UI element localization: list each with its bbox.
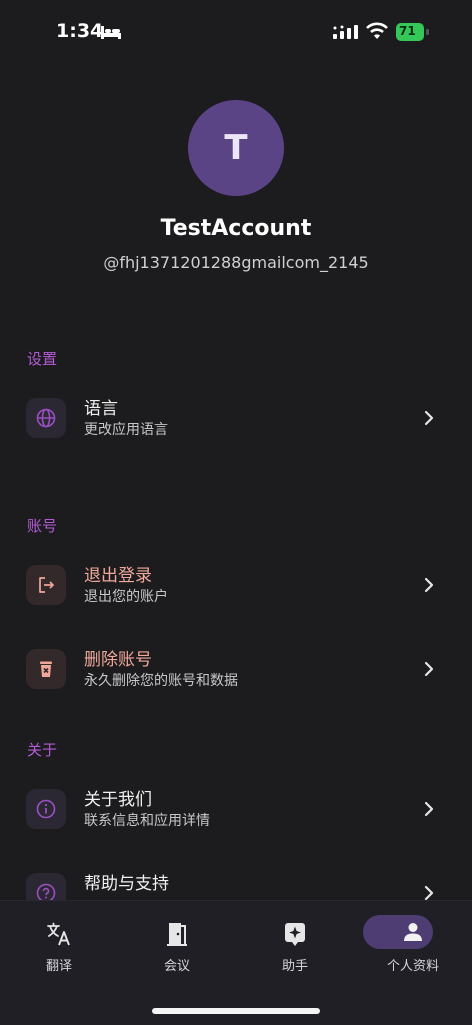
language-icon-container [26, 398, 66, 438]
profile-handle: @fhj1371201288gmailcom_2145 [103, 253, 369, 272]
account-row-delete[interactable]: 删除账号 永久删除您的账号和数据 [0, 635, 472, 707]
section-title-account: 账号 [27, 517, 58, 535]
row-subtitle: 退出您的账户 [84, 589, 168, 605]
cellular-signal-icon [333, 25, 358, 39]
row-subtitle: 更改应用语言 [84, 422, 168, 438]
chevron-right-icon [424, 577, 434, 593]
info-icon [36, 799, 56, 819]
bottom-tab-bar: 翻译 会议 助手 个人资料 [0, 900, 472, 1025]
battery-level: 71 [399, 24, 416, 38]
tab-label: 个人资料 [386, 959, 439, 974]
row-title: 退出登录 [84, 566, 152, 586]
status-time: 1:34 [56, 20, 104, 42]
tab-profile[interactable]: 个人资料 [354, 915, 472, 985]
home-indicator [152, 1008, 320, 1014]
row-title: 语言 [84, 399, 118, 419]
account-row-logout[interactable]: 退出登录 退出您的账户 [0, 551, 472, 623]
avatar: T [188, 100, 284, 196]
delete-icon-container [26, 649, 66, 689]
globe-icon [36, 408, 56, 428]
bed-icon [101, 26, 121, 39]
trash-icon [40, 661, 52, 677]
translate-icon [47, 922, 70, 946]
section-title-settings: 设置 [27, 350, 58, 368]
section-title-about: 关于 [27, 741, 58, 759]
about-row-about-us[interactable]: 关于我们 联系信息和应用详情 [0, 775, 472, 847]
row-subtitle: 永久删除您的账号和数据 [84, 673, 238, 689]
row-title: 帮助与支持 [84, 874, 169, 894]
settings-row-language[interactable]: 语言 更改应用语言 [0, 384, 472, 456]
logout-icon-container [26, 565, 66, 605]
battery-indicator: 71 [396, 23, 430, 41]
row-title: 关于我们 [84, 790, 152, 810]
chevron-right-icon [424, 661, 434, 677]
tab-label: 助手 [281, 959, 308, 974]
door-icon [167, 923, 187, 946]
wifi-icon [366, 22, 388, 39]
status-bar: 1:34 71 [0, 0, 472, 64]
chevron-right-icon [424, 885, 434, 901]
logout-icon [39, 577, 54, 593]
avatar-initial: T [224, 128, 248, 168]
tab-label: 翻译 [45, 959, 72, 974]
row-subtitle: 联系信息和应用详情 [84, 813, 210, 829]
about-icon-container [26, 789, 66, 829]
person-icon [404, 923, 422, 941]
profile-name: TestAccount [160, 216, 312, 241]
tab-assistant[interactable]: 助手 [236, 915, 354, 985]
chevron-right-icon [424, 801, 434, 817]
tab-label: 会议 [163, 959, 190, 974]
row-title: 删除账号 [84, 650, 152, 670]
tab-translate[interactable]: 翻译 [0, 915, 118, 985]
sparkle-icon [285, 923, 305, 946]
chevron-right-icon [424, 410, 434, 426]
tab-meeting[interactable]: 会议 [118, 915, 236, 985]
